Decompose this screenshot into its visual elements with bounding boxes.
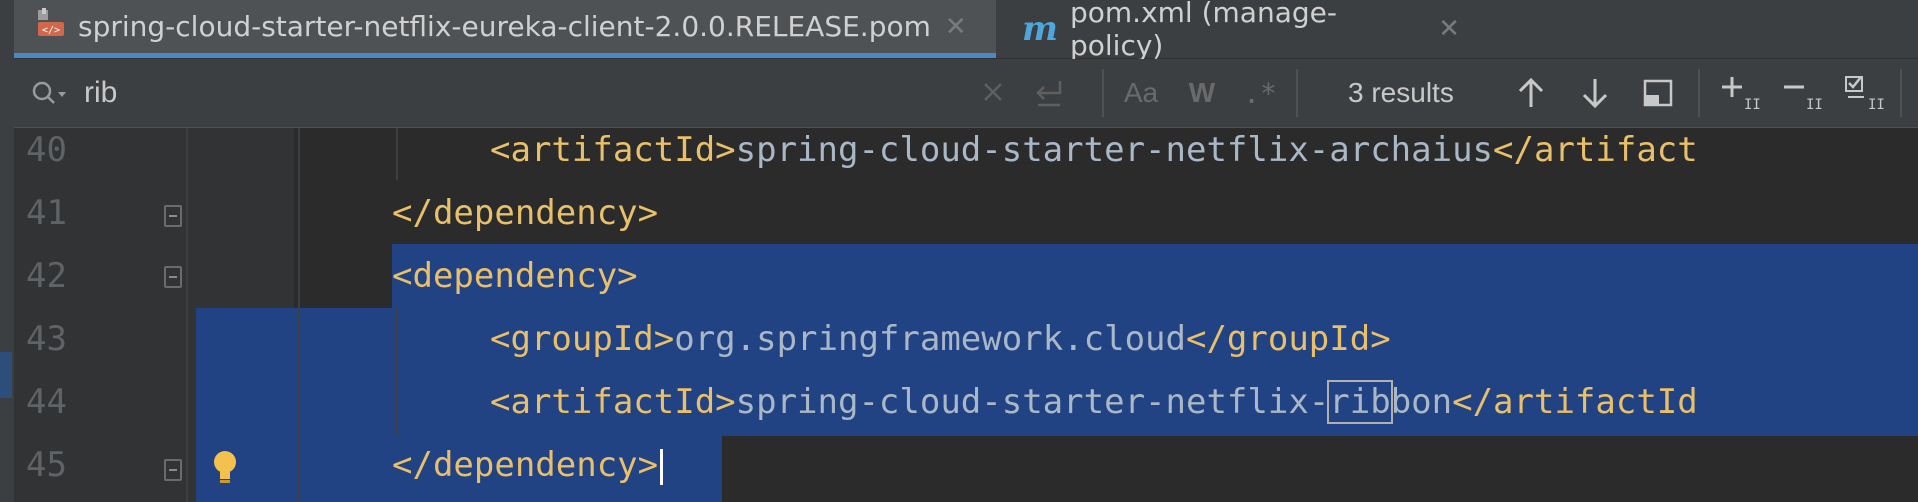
xml-value: spring-cloud-starter-netflix-archaius [735,130,1494,170]
line-number: 41 [26,193,67,233]
fold-end-icon[interactable] [164,459,182,481]
search-field [14,59,1100,127]
xml-tag: </groupId> [1185,319,1391,359]
code-line-45: 45 </dependency> [14,437,1918,500]
xml-value: spring-cloud-starter-netflix- [735,382,1330,422]
search-history-icon[interactable] [30,78,70,108]
divider [1296,69,1298,117]
code-line-44: 44 <artifactId>spring-cloud-starter-netf… [14,374,1918,437]
next-occurrence-icon[interactable] [1578,59,1612,127]
clear-search-icon[interactable] [980,79,1006,109]
add-occurrence-icon[interactable]: II [1720,59,1762,127]
code-text: </dependency> [392,445,664,485]
xml-tag: </dependency> [392,445,659,485]
new-line-icon[interactable] [1032,77,1066,113]
xml-tag: <dependency> [392,256,638,296]
line-number: 43 [26,319,67,359]
xml-tag: <artifactId> [490,130,736,170]
text-caret [660,448,664,485]
maven-icon: m [1022,9,1058,49]
strip-marker [0,352,12,398]
select-all-occurrences-icon[interactable]: II [1844,59,1886,127]
line-number: 40 [26,130,67,170]
lightbulb-icon[interactable] [210,449,240,498]
results-count: 3 results [1348,77,1454,108]
code-text: <artifactId>spring-cloud-starter-netflix… [490,380,1698,424]
svg-text:II: II [1806,97,1823,113]
line-number: 42 [26,256,67,296]
tab-label: pom.xml (manage-policy) [1069,0,1337,62]
svg-text:II: II [1744,97,1761,113]
filter-occurrences-icon[interactable] [1642,59,1674,127]
xml-tag: <artifactId> [490,382,736,422]
code-editor[interactable]: 40 <artifactId>spring-cloud-starter-netf… [14,128,1918,502]
svg-text:II: II [1868,97,1885,113]
xml-tag: </artifactId [1452,382,1698,422]
code-line-43: 43 <groupId>org.springframework.cloud</g… [14,311,1918,374]
close-icon[interactable]: ✕ [1438,14,1460,44]
editor-tab-bar: </> spring-cloud-starter-netflix-eureka-… [0,0,1918,62]
xml-file-icon: </> [36,8,66,45]
words-button[interactable]: W [1180,59,1224,127]
tab-pom-manage-policy[interactable]: m pom.xml (manage-policy) ✕ [1000,0,1460,62]
svg-text:</>: </> [42,25,60,36]
search-input[interactable] [84,76,964,110]
code-line-41: 41 </dependency> [14,185,1918,248]
left-tool-strip [0,0,14,502]
divider [1698,69,1700,117]
code-line-40: 40 <artifactId>spring-cloud-starter-netf… [14,122,1918,185]
code-text: <groupId>org.springframework.cloud</grou… [490,319,1391,359]
tab-label: spring-cloud-starter-netflix-eureka-clie… [78,10,931,43]
line-number: 45 [26,445,67,485]
regex-button[interactable]: .* [1236,59,1284,127]
close-icon[interactable]: ✕ [945,12,967,42]
match-case-button[interactable]: Aa [1114,59,1168,127]
fold-end-icon[interactable] [164,205,182,227]
fold-start-icon[interactable] [164,266,182,288]
xml-tag: <groupId> [490,319,675,359]
code-text: </dependency> [392,193,658,233]
search-match: rib [1327,380,1393,424]
divider [1102,69,1104,117]
code-text: <artifactId>spring-cloud-starter-netflix… [490,130,1698,170]
xml-value: org.springframework.cloud [674,319,1186,359]
previous-occurrence-icon[interactable] [1514,59,1548,127]
xml-tag: </dependency> [392,193,659,233]
find-bar: Aa W .* 3 results II II II [14,59,1918,128]
code-line-42: 42 <dependency> [14,248,1918,311]
xml-tag: </artifact [1493,130,1698,170]
remove-occurrence-icon[interactable]: II [1782,59,1824,127]
xml-value: bon [1390,382,1453,422]
tab-eureka-pom[interactable]: </> spring-cloud-starter-netflix-eureka-… [14,0,996,58]
line-number: 44 [26,382,67,422]
divider [1900,69,1902,117]
code-text: <dependency> [392,256,638,296]
